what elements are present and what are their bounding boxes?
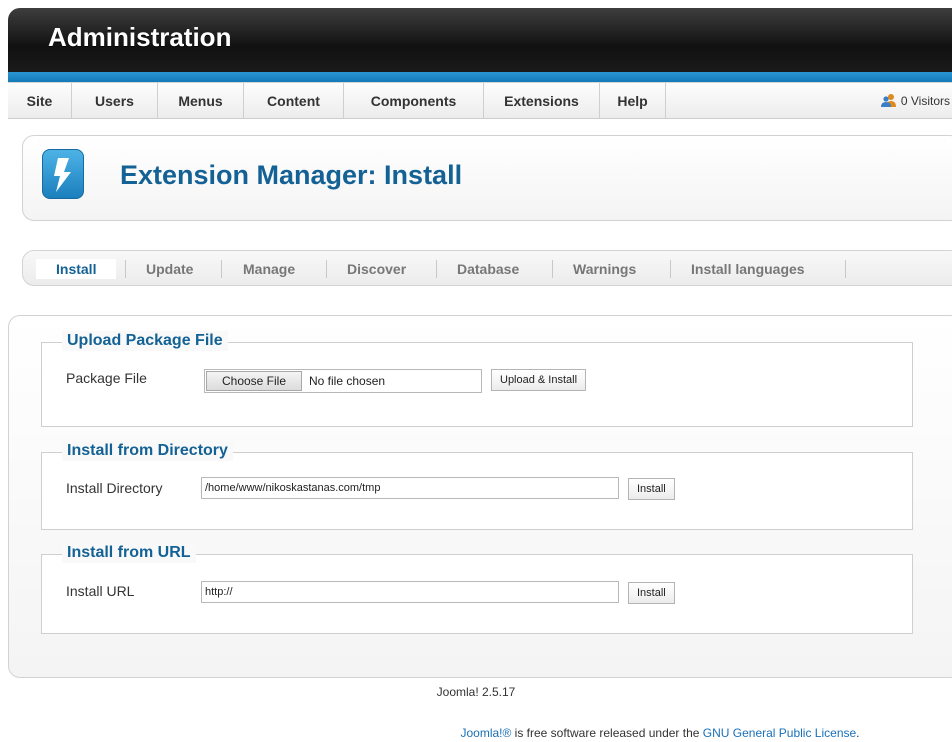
install-directory-fieldset: Install from Directory Install Directory… xyxy=(41,441,913,530)
tab-divider xyxy=(326,260,327,278)
tab-database[interactable]: Database xyxy=(457,259,519,279)
tab-divider xyxy=(670,260,671,278)
tab-divider xyxy=(552,260,553,278)
upload-package-fieldset: Upload Package File Package File Choose … xyxy=(41,331,913,427)
install-directory-input[interactable]: /home/www/nikoskastanas.com/tmp xyxy=(201,477,619,499)
tab-update[interactable]: Update xyxy=(146,259,193,279)
tab-manage[interactable]: Manage xyxy=(243,259,295,279)
menu-components[interactable]: Components xyxy=(344,83,484,119)
footer-version: Joomla! 2.5.17 xyxy=(436,685,516,699)
tab-divider xyxy=(125,260,126,278)
tab-install-languages[interactable]: Install languages xyxy=(691,259,805,279)
file-status-text: No file chosen xyxy=(309,374,386,388)
install-url-label: Install URL xyxy=(66,583,135,599)
upload-install-button[interactable]: Upload & Install xyxy=(491,369,587,391)
visitors-status[interactable]: 0 Visitors xyxy=(880,83,952,119)
users-icon xyxy=(880,85,897,107)
choose-file-button[interactable]: Choose File xyxy=(206,371,302,391)
install-url-input[interactable]: http:// xyxy=(201,581,619,603)
install-url-button[interactable]: Install xyxy=(628,582,675,604)
tab-discover[interactable]: Discover xyxy=(347,259,406,279)
menu-content[interactable]: Content xyxy=(244,83,344,119)
install-directory-button[interactable]: Install xyxy=(628,478,675,500)
install-url-legend: Install from URL xyxy=(62,543,196,563)
package-file-input[interactable]: Choose File No file chosen xyxy=(204,369,482,393)
admin-title: Administration xyxy=(48,22,232,52)
main-menubar: Site Users Menus Content Components Exte… xyxy=(8,82,952,119)
admin-header: Administration xyxy=(8,8,952,72)
extension-manager-icon xyxy=(42,149,84,199)
tab-divider xyxy=(436,260,437,278)
gpl-link[interactable]: GNU General Public License xyxy=(703,726,856,740)
install-directory-legend: Install from Directory xyxy=(62,441,233,461)
page-title: Extension Manager: Install xyxy=(120,160,463,190)
tab-install[interactable]: Install xyxy=(36,259,117,279)
header-stripe xyxy=(8,72,952,82)
license-suffix: . xyxy=(856,726,860,740)
upload-package-legend: Upload Package File xyxy=(62,331,228,351)
page-title-panel: Extension Manager: Install xyxy=(22,135,952,221)
tab-warnings[interactable]: Warnings xyxy=(573,259,636,279)
install-url-fieldset: Install from URL Install URL http:// Ins… xyxy=(41,543,913,634)
install-directory-label: Install Directory xyxy=(66,480,163,496)
menu-users[interactable]: Users xyxy=(72,83,158,119)
tab-divider xyxy=(845,260,846,278)
joomla-link[interactable]: Joomla!® xyxy=(460,726,511,740)
install-panel: Upload Package File Package File Choose … xyxy=(8,315,952,678)
menu-extensions[interactable]: Extensions xyxy=(484,83,600,119)
footer-license: Joomla!® is free software released under… xyxy=(0,726,952,740)
menu-site[interactable]: Site xyxy=(8,83,72,119)
menu-menus[interactable]: Menus xyxy=(158,83,244,119)
menu-help[interactable]: Help xyxy=(600,83,666,119)
tab-divider xyxy=(221,260,222,278)
visitors-count: 0 Visitors xyxy=(900,94,950,108)
submenu-tabs: Install Update Manage Discover Database … xyxy=(22,250,952,286)
package-file-label: Package File xyxy=(66,370,147,386)
license-text: is free software released under the xyxy=(511,726,703,740)
